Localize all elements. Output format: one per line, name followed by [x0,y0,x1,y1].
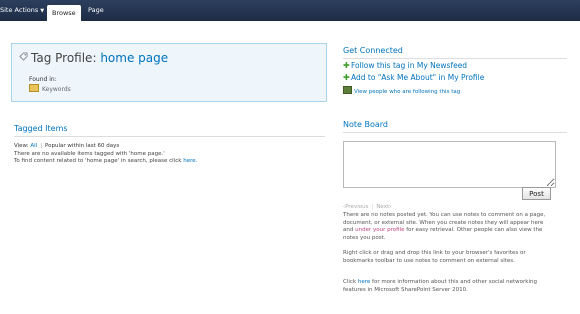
view-filter: View: All | Popular within last 60 days [14,143,119,149]
search-here-link[interactable]: here. [183,158,197,164]
post-button[interactable]: Post [522,187,551,200]
site-actions-menu[interactable]: Site Actions ▼ [0,0,44,21]
note-pager: ‹Previous | Next› [343,204,391,210]
view-followers-link[interactable]: View people who are following this tag [343,86,460,95]
no-notes-message: There are no notes posted yet. You can u… [343,212,555,242]
bookmarklet-link[interactable]: Right click or drag and drop this link t… [343,250,555,265]
title-prefix: Tag Profile: [31,51,97,65]
more-info-here-link[interactable]: here [358,279,370,285]
note-input[interactable] [343,141,556,188]
find-text: To find content related to 'home page' i… [14,158,182,164]
separator: | [371,204,374,210]
view-people-label: View people who are following this tag [354,89,461,95]
people-icon [343,86,352,94]
no-items-message: There are no available items tagged with… [14,151,165,157]
chevron-down-icon: ▼ [40,8,45,14]
keywords-icon [29,84,39,92]
found-in-keywords[interactable]: Keywords [29,84,71,93]
get-connected-title: Get Connected [343,46,403,55]
page-title: Tag Profile: home page [19,51,168,65]
divider [14,136,325,137]
keywords-label: Keywords [42,86,71,93]
find-content-message: To find content related to 'home page' i… [14,158,197,164]
separator: | [40,143,43,149]
next-link[interactable]: Next› [376,204,391,210]
plus-icon: ✚ [343,61,350,70]
view-popular-link[interactable]: Popular within last 60 days [45,143,119,149]
site-actions-label: Site Actions [0,6,39,14]
ribbon-bar: Site Actions ▼ Browse Page [0,0,580,21]
divider [343,58,567,59]
more-info-message: Click here for more information about th… [343,279,555,294]
tag-profile-box: Tag Profile: home page Found in: Keyword… [11,43,327,102]
view-label: View: [14,143,29,149]
tab-browse[interactable]: Browse [47,5,81,21]
tab-page[interactable]: Page [88,0,104,21]
tag-name: home page [100,51,169,65]
ask-me-about-link[interactable]: ✚Add to "Ask Me About" in My Profile [343,73,484,82]
more-info-text: Click [343,279,357,285]
ask-label: Add to "Ask Me About" in My Profile [351,73,485,82]
under-profile-link[interactable]: under your profile [355,227,404,233]
follow-tag-link[interactable]: ✚Follow this tag in My Newsfeed [343,61,467,70]
found-in-label: Found in: [29,76,57,83]
tag-icon [19,52,28,61]
follow-label: Follow this tag in My Newsfeed [351,61,468,70]
view-all-link[interactable]: All [30,143,37,149]
more-info-text-end: for more information about this and othe… [343,279,537,293]
divider [343,132,567,133]
previous-link[interactable]: ‹Previous [343,204,368,210]
plus-icon: ✚ [343,73,350,82]
tagged-items-title: Tagged Items [14,124,68,133]
note-board-title: Note Board [343,120,388,129]
